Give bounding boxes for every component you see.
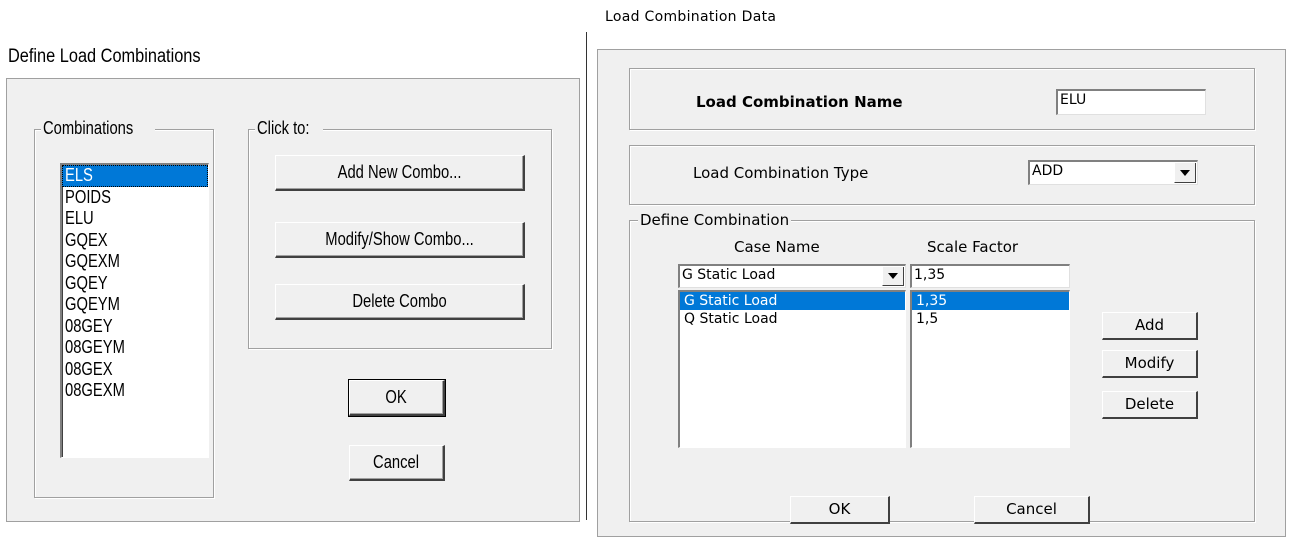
list-item[interactable]: 08GEX [62,359,208,381]
list-item-label: 08GEYM [65,337,125,357]
list-item[interactable]: ELU [62,208,208,230]
list-item[interactable]: 08GEY [62,316,208,338]
list-item-label: 08GEXM [65,380,125,400]
list-item[interactable]: GQEYM [62,294,208,316]
load-combination-type-select[interactable]: ADD [1028,160,1198,185]
define-combination-legend: Define Combination [638,211,792,229]
divider [586,32,587,520]
scale-factor-header: Scale Factor [927,238,1019,256]
click-to-legend: Click to: [257,118,310,138]
left-dialog-title: Define Load Combinations [8,46,201,67]
combinations-listbox[interactable]: ELS POIDS ELU GQEX GQEXM GQEY GQEYM 08GEY 08GEYM… [60,163,209,458]
chevron-down-icon[interactable] [882,267,904,286]
case-select-value: G Static Load [682,267,776,283]
left-cancel-button[interactable]: Cancel [349,445,445,481]
list-item-label: GQEX [65,229,108,250]
right-dialog-title: Load Combination Data [605,9,777,25]
case-list-item[interactable]: Q Static Load [680,310,905,328]
type-value: ADD [1032,163,1064,179]
list-item-label: ELS [65,165,93,185]
right-ok-button[interactable]: OK [790,496,890,524]
modify-button[interactable]: Modify [1102,350,1198,378]
scale-factor-input[interactable]: 1,35 [910,264,1070,288]
list-item-label: GQEYM [65,294,120,314]
load-combination-data-dialog: Load Combination Name ELU Load Combinati… [597,49,1286,537]
list-item-label: GQEXM [65,251,120,271]
list-item-label: 08GEX [65,358,113,379]
modify-show-combo-button[interactable]: Modify/Show Combo... [275,222,525,258]
list-item[interactable]: GQEXM [62,251,208,273]
combinations-legend: Combinations [43,118,134,138]
scale-factor-list[interactable]: 1,35 1,5 [910,290,1070,448]
case-name-header: Case Name [734,238,820,256]
list-item-label: POIDS [65,186,111,207]
scale-list-item[interactable]: 1,5 [912,310,1069,328]
right-cancel-button[interactable]: Cancel [974,496,1090,524]
list-item[interactable]: GQEX [62,230,208,252]
list-item[interactable]: 08GEYM [62,337,208,359]
delete-button[interactable]: Delete [1102,391,1198,419]
list-item-label: GQEY [65,272,108,293]
list-item[interactable]: GQEY [62,273,208,295]
define-load-combinations-dialog: Combinations ELS POIDS ELU GQEX GQEXM GQEY GQE… [6,78,580,522]
load-combination-type-label: Load Combination Type [693,164,869,182]
add-button[interactable]: Add [1102,312,1198,340]
list-item[interactable]: ELS [62,165,208,187]
load-combination-name-input[interactable]: ELU [1056,89,1206,115]
case-name-list[interactable]: G Static Load Q Static Load [678,290,906,448]
list-item-label: ELU [65,208,94,228]
list-item-label: 08GEY [65,315,113,336]
load-combination-name-label: Load Combination Name [696,93,903,111]
case-name-select[interactable]: G Static Load [678,264,906,288]
left-ok-button[interactable]: OK [348,379,446,417]
add-new-combo-button[interactable]: Add New Combo... [275,155,525,191]
chevron-down-icon[interactable] [1174,163,1196,183]
delete-combo-button[interactable]: Delete Combo [275,284,525,320]
list-item[interactable]: 08GEXM [62,380,208,402]
case-list-item[interactable]: G Static Load [680,292,905,310]
scale-list-item[interactable]: 1,35 [912,292,1069,310]
list-item[interactable]: POIDS [62,187,208,209]
